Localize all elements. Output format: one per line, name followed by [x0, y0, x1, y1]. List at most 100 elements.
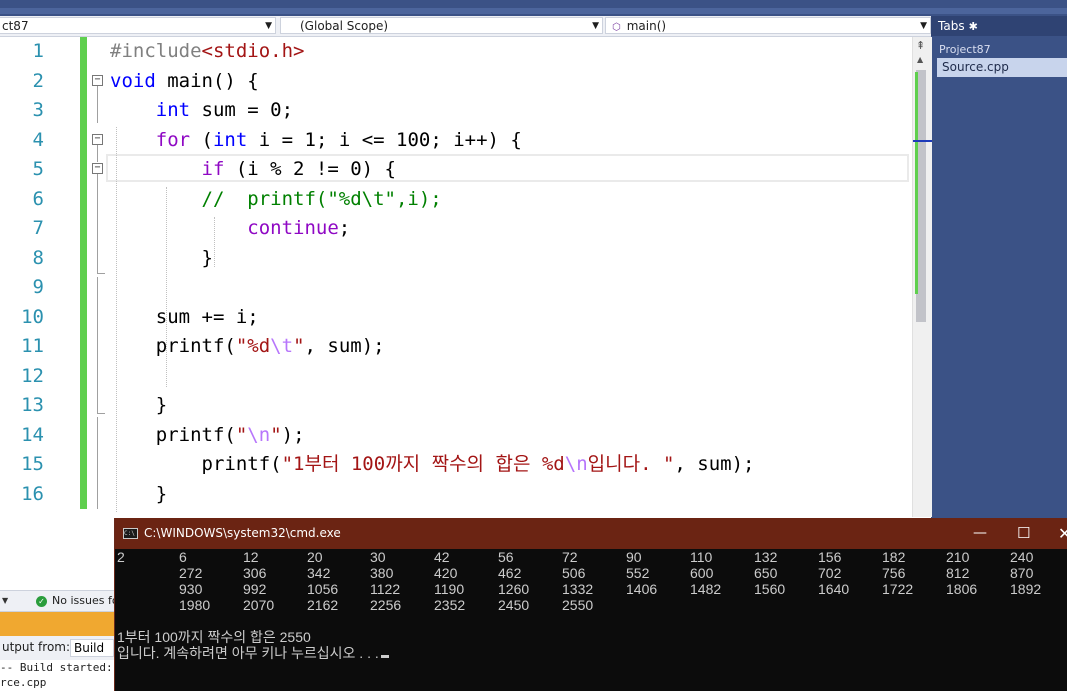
code-text: }	[110, 394, 168, 416]
line-number: 1	[32, 40, 44, 62]
cmd-output-value: 462	[498, 565, 522, 581]
cmd-output-value: 600	[690, 565, 714, 581]
tabs-project-label: Project87	[939, 43, 991, 56]
cmd-output-value: 992	[243, 581, 267, 597]
code-line: 16 }	[0, 480, 912, 510]
cmd-output-value: 2070	[243, 597, 275, 613]
code-line: 6 // printf("%d\t",i);	[0, 185, 912, 215]
text-cursor	[380, 655, 389, 658]
cmd-output-row: 2 6 12 20 30 42 56 72 90 110 132 156 182 210 240	[117, 549, 1062, 565]
code-text: // printf("%d\t",i);	[201, 187, 442, 210]
line-number: 13	[21, 394, 44, 416]
cmd-output-value: 1190	[434, 581, 465, 597]
code-text: printf("%d\t", sum);	[110, 335, 385, 357]
function-dropdown-label: main()	[626, 19, 667, 33]
navigation-bar: ct87 ▼ (Global Scope) ▼ ⬡ main() ▼	[0, 16, 931, 37]
line-number: 12	[21, 364, 44, 387]
title-bar	[0, 0, 1067, 16]
code-line: 10 sum += i;	[0, 303, 912, 333]
caret-position-marker	[913, 140, 932, 142]
check-circle-icon: ✓	[36, 596, 47, 607]
code-line: 2 void main() {	[0, 67, 912, 97]
cmd-output-value: 2256	[370, 597, 402, 613]
cmd-output-value: 552	[626, 565, 650, 581]
code-editor[interactable]: − − − 1 #include<stdio.h> 2 void main() …	[0, 37, 912, 517]
status-strip: ▼ ✓ No issues fo	[0, 590, 119, 612]
cmd-title-bar[interactable]: C:\ C:\WINDOWS\system32\cmd.exe — ☐ ✕	[115, 518, 1067, 549]
scroll-up-icon[interactable]: ▲	[917, 55, 923, 64]
code-text: continue;	[247, 217, 351, 239]
line-number: 14	[21, 423, 44, 446]
cmd-output-value: 1980	[179, 597, 211, 613]
cmd-output-value: 30	[370, 549, 386, 565]
cmd-output-value: 1640	[818, 581, 850, 597]
code-text: }	[110, 482, 168, 505]
line-number: 3	[32, 99, 44, 121]
code-text: for (int i = 1; i <= 100; i++) {	[155, 128, 522, 151]
chevron-down-icon[interactable]: ▼	[2, 591, 8, 611]
cmd-output-value: 90	[626, 549, 642, 565]
cmd-output-value: 1482	[690, 581, 722, 597]
tabs-panel-title: Tabs	[938, 19, 965, 33]
cmd-output-value: 1806	[946, 581, 978, 597]
change-marker-strip	[915, 72, 918, 294]
scope-dropdown[interactable]: (Global Scope) ▼	[280, 17, 603, 34]
output-from-label: utput from:	[2, 640, 71, 654]
output-line: rce.cpp	[0, 676, 47, 689]
line-number: 8	[32, 246, 44, 269]
cmd-title: C:\WINDOWS\system32\cmd.exe	[144, 526, 341, 540]
cmd-output-value: 210	[946, 549, 970, 565]
cmd-output-value: 2550	[562, 597, 594, 613]
vertical-scrollbar[interactable]: ⇞ ▲	[912, 37, 932, 517]
cmd-output-value: 1406	[626, 581, 658, 597]
title-stripe	[0, 8, 1067, 14]
output-pane: -- Build started: F rce.cpp	[0, 660, 114, 691]
line-number: 11	[21, 335, 44, 357]
cmd-output-value: 1892	[1010, 581, 1042, 597]
cmd-output-value: 272	[179, 565, 203, 581]
cmd-output-value: 2352	[434, 597, 466, 613]
cmd-output-value: 132	[754, 549, 778, 565]
cmd-output-value: 2162	[307, 597, 339, 613]
split-icon[interactable]: ⇞	[916, 39, 925, 52]
output-source-select[interactable]: Build	[70, 639, 114, 657]
cmd-output-value: 156	[818, 549, 842, 565]
chevron-down-icon: ▼	[265, 21, 272, 31]
cmd-output-value: 756	[882, 565, 906, 581]
code-text: int sum = 0;	[155, 99, 294, 121]
code-text: printf("\n");	[110, 423, 305, 446]
code-text: void main() {	[110, 69, 259, 92]
cmd-output-value: 20	[307, 549, 323, 565]
chevron-down-icon: ▼	[920, 21, 927, 31]
line-number: 6	[32, 187, 44, 210]
gear-icon[interactable]: ✱	[969, 20, 978, 33]
cmd-output-value: 42	[434, 549, 450, 565]
code-line: 5 if (i % 2 != 0) {	[0, 155, 912, 185]
cmd-output-value: 110	[690, 549, 713, 565]
cmd-output-value: 182	[882, 549, 906, 565]
minimize-icon[interactable]: —	[973, 518, 987, 549]
file-dropdown[interactable]: ct87 ▼	[0, 17, 276, 34]
cmd-output-value: 6	[179, 549, 187, 565]
code-line: 13 }	[0, 391, 912, 421]
cmd-output-value: 420	[434, 565, 458, 581]
cmd-output-value: 12	[243, 549, 259, 565]
code-line: 9	[0, 273, 912, 303]
issues-status[interactable]: No issues fo	[52, 591, 119, 611]
code-line: 7 continue;	[0, 214, 912, 244]
tab-source-cpp[interactable]: Source.cpp	[937, 58, 1067, 77]
cmd-output-value: 870	[1010, 565, 1034, 581]
cmd-window[interactable]: C:\ C:\WINDOWS\system32\cmd.exe — ☐ ✕ 1부…	[114, 518, 1067, 691]
cmd-output-value: 1722	[882, 581, 914, 597]
cmd-output-row: 1980 2070 2162 2256 2352 2450 2550	[117, 597, 1062, 613]
maximize-icon[interactable]: ☐	[1017, 518, 1030, 549]
close-icon[interactable]: ✕	[1058, 518, 1067, 549]
cmd-output-row: 272 306 342 380 420 462 506 552 600 650 702 756 812 8…	[117, 565, 1062, 581]
code-line: 14 printf("\n");	[0, 421, 912, 451]
code-line: 4 for (int i = 1; i <= 100; i++) {	[0, 126, 912, 156]
tabs-panel: Tabs ✱ Project87 Source.cpp	[931, 16, 1067, 536]
code-line: 15 printf("1부터 100까지 짝수의 합은 %d\n입니다. ", …	[0, 450, 912, 480]
cmd-output-value: 306	[243, 565, 267, 581]
cmd-output-value: 380	[370, 565, 394, 581]
function-dropdown[interactable]: ⬡ main() ▼	[605, 17, 931, 34]
